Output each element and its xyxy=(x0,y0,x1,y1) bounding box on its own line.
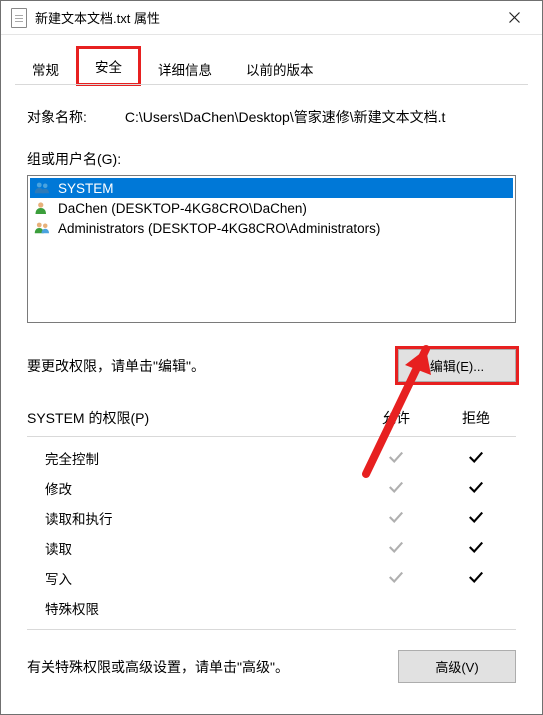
group-users-label: 组或用户名(G): xyxy=(27,149,516,169)
edit-button[interactable]: 编辑(E)... xyxy=(398,349,516,382)
perm-row-special: 特殊权限 xyxy=(27,593,516,623)
object-name-label: 对象名称: xyxy=(27,107,87,127)
checkmark-icon xyxy=(468,450,484,464)
user-item-dachen[interactable]: DaChen (DESKTOP-4KG8CRO\DaChen) xyxy=(30,198,513,218)
perm-name: 写入 xyxy=(45,568,356,588)
title-bar: 新建文本文档.txt 属性 xyxy=(1,1,542,35)
tab-security[interactable]: 安全 xyxy=(76,46,141,86)
perm-name: 完全控制 xyxy=(45,448,356,468)
advanced-row: 有关特殊权限或高级设置，请单击"高级"。 高级(V) xyxy=(27,650,516,683)
checkmark-icon xyxy=(388,540,404,554)
permissions-list: 完全控制 修改 读取和执行 读取 写入 xyxy=(27,436,516,630)
security-panel: 对象名称: C:\Users\DaChen\Desktop\管家速修\新建文本文… xyxy=(1,85,542,714)
allow-column-header: 允许 xyxy=(356,408,436,428)
user-item-admins[interactable]: Administrators (DESKTOP-4KG8CRO\Administ… xyxy=(30,218,513,238)
perm-name: 读取 xyxy=(45,538,356,558)
advanced-hint-text: 有关特殊权限或高级设置，请单击"高级"。 xyxy=(27,657,289,677)
user-item-system[interactable]: SYSTEM xyxy=(30,178,513,198)
advanced-button[interactable]: 高级(V) xyxy=(398,650,516,683)
perm-row-read-execute: 读取和执行 xyxy=(27,503,516,533)
checkmark-icon xyxy=(388,510,404,524)
tab-general[interactable]: 常规 xyxy=(15,51,76,86)
tab-details[interactable]: 详细信息 xyxy=(141,51,229,86)
tab-underline xyxy=(15,84,528,85)
checkmark-icon xyxy=(388,450,404,464)
checkmark-icon xyxy=(388,570,404,584)
perm-row-read: 读取 xyxy=(27,533,516,563)
edit-row: 要更改权限，请单击"编辑"。 编辑(E)... xyxy=(27,349,516,382)
checkmark-icon xyxy=(388,480,404,494)
object-name-value: C:\Users\DaChen\Desktop\管家速修\新建文本文档.t xyxy=(125,107,516,127)
tab-previous-versions[interactable]: 以前的版本 xyxy=(229,51,331,86)
perm-row-modify: 修改 xyxy=(27,473,516,503)
user-icon xyxy=(34,200,52,216)
group-users-list[interactable]: SYSTEM DaChen (DESKTOP-4KG8CRO\DaChen) xyxy=(27,175,516,323)
perm-row-full-control: 完全控制 xyxy=(27,443,516,473)
perm-name: 特殊权限 xyxy=(45,598,356,618)
checkmark-icon xyxy=(468,480,484,494)
perm-row-write: 写入 xyxy=(27,563,516,593)
document-icon xyxy=(11,8,27,28)
checkmark-icon xyxy=(468,540,484,554)
perm-name: 修改 xyxy=(45,478,356,498)
checkmark-icon xyxy=(468,510,484,524)
users-group-icon xyxy=(34,180,52,196)
deny-column-header: 拒绝 xyxy=(436,408,516,428)
close-button[interactable] xyxy=(492,4,536,32)
user-item-label: Administrators (DESKTOP-4KG8CRO\Administ… xyxy=(58,221,380,236)
users-group-icon xyxy=(34,220,52,236)
user-item-label: SYSTEM xyxy=(58,181,114,196)
close-icon xyxy=(509,12,520,23)
permissions-header: SYSTEM 的权限(P) 允许 拒绝 xyxy=(27,408,516,428)
edit-hint-text: 要更改权限，请单击"编辑"。 xyxy=(27,356,205,376)
object-name-row: 对象名称: C:\Users\DaChen\Desktop\管家速修\新建文本文… xyxy=(27,107,516,127)
checkmark-icon xyxy=(468,570,484,584)
user-item-label: DaChen (DESKTOP-4KG8CRO\DaChen) xyxy=(58,201,307,216)
properties-dialog: 新建文本文档.txt 属性 常规 安全 详细信息 以前的版本 对象名称: C:\… xyxy=(0,0,543,715)
perm-name: 读取和执行 xyxy=(45,508,356,528)
tab-bar: 常规 安全 详细信息 以前的版本 xyxy=(1,35,542,85)
permissions-label: SYSTEM 的权限(P) xyxy=(27,408,356,428)
window-title: 新建文本文档.txt 属性 xyxy=(35,8,492,27)
